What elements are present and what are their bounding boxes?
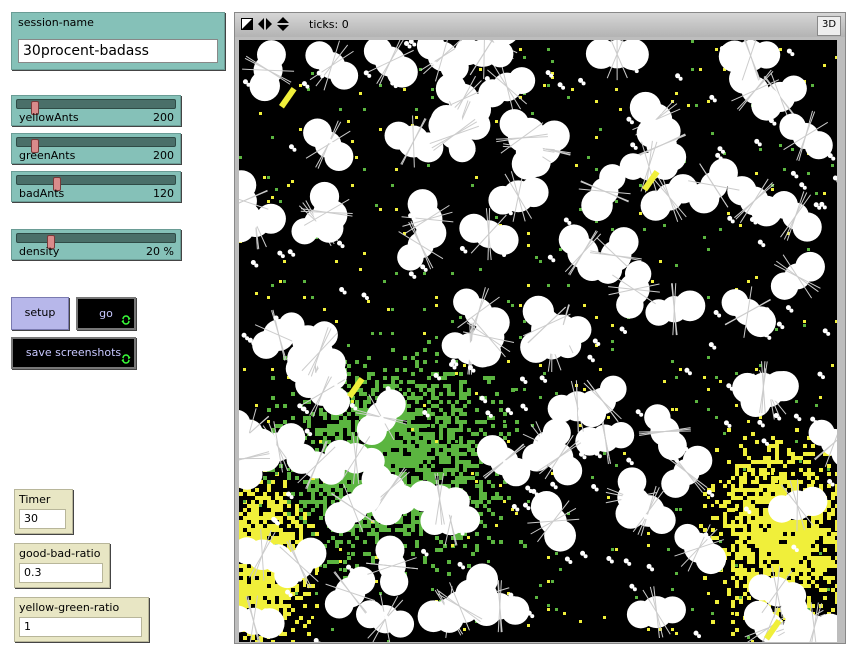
save-screenshots-button[interactable]: save screenshots: [11, 337, 136, 369]
view-toolbar: ticks: 0 3D: [235, 13, 845, 37]
slider-label-yellow-ants: yellowAnts: [19, 111, 79, 124]
simulation-world: [239, 40, 837, 642]
yellow-green-ratio-value: 1: [19, 617, 142, 637]
ticks-counter: ticks: 0: [309, 18, 349, 31]
slider-label-green-ants: greenAnts: [19, 149, 76, 162]
world-view: ticks: 0 3D: [234, 12, 846, 644]
slider-track[interactable]: [16, 99, 176, 115]
forever-loop-icon: [121, 354, 131, 364]
yellow-green-ratio-monitor: yellow-green-ratio 1: [14, 597, 149, 642]
session-name-input-widget: session-name 30procent-badass: [11, 12, 225, 70]
slider-track[interactable]: [16, 175, 176, 191]
slider-green-ants[interactable]: greenAnts 200: [11, 133, 181, 164]
slider-value-yellow-ants: 200: [153, 111, 174, 124]
timer-monitor-label: Timer: [19, 493, 51, 506]
setup-button[interactable]: setup: [11, 297, 69, 330]
forever-loop-icon: [121, 315, 131, 325]
go-button-label: go: [99, 307, 113, 320]
session-name-label: session-name: [18, 16, 94, 29]
slider-yellow-ants[interactable]: yellowAnts 200: [11, 95, 181, 126]
slider-value-density: 20 %: [146, 245, 174, 258]
slider-track[interactable]: [16, 137, 176, 153]
slider-bad-ants[interactable]: badAnts 120: [11, 171, 181, 202]
good-bad-ratio-value: 0.3: [19, 563, 103, 583]
good-bad-ratio-label: good-bad-ratio: [19, 547, 101, 560]
timer-monitor-value: 30: [19, 509, 66, 529]
slider-density[interactable]: density 20 %: [11, 229, 181, 260]
go-button[interactable]: go: [76, 297, 136, 330]
yellow-green-ratio-label: yellow-green-ratio: [19, 601, 120, 614]
good-bad-ratio-monitor: good-bad-ratio 0.3: [14, 543, 110, 588]
slider-value-bad-ants: 120: [153, 187, 174, 200]
up-down-arrows-icon[interactable]: [277, 17, 289, 34]
3d-view-button[interactable]: 3D: [817, 16, 841, 36]
fullscreen-icon[interactable]: [241, 18, 253, 33]
session-name-field[interactable]: 30procent-badass: [18, 39, 218, 63]
simulation-canvas[interactable]: [239, 40, 837, 642]
slider-label-density: density: [19, 245, 60, 258]
slider-value-green-ants: 200: [153, 149, 174, 162]
save-screenshots-label: save screenshots: [25, 346, 122, 359]
slider-track[interactable]: [16, 233, 176, 249]
slider-label-bad-ants: badAnts: [19, 187, 65, 200]
timer-monitor: Timer 30: [14, 489, 73, 534]
left-right-arrows-icon[interactable]: [258, 18, 272, 33]
